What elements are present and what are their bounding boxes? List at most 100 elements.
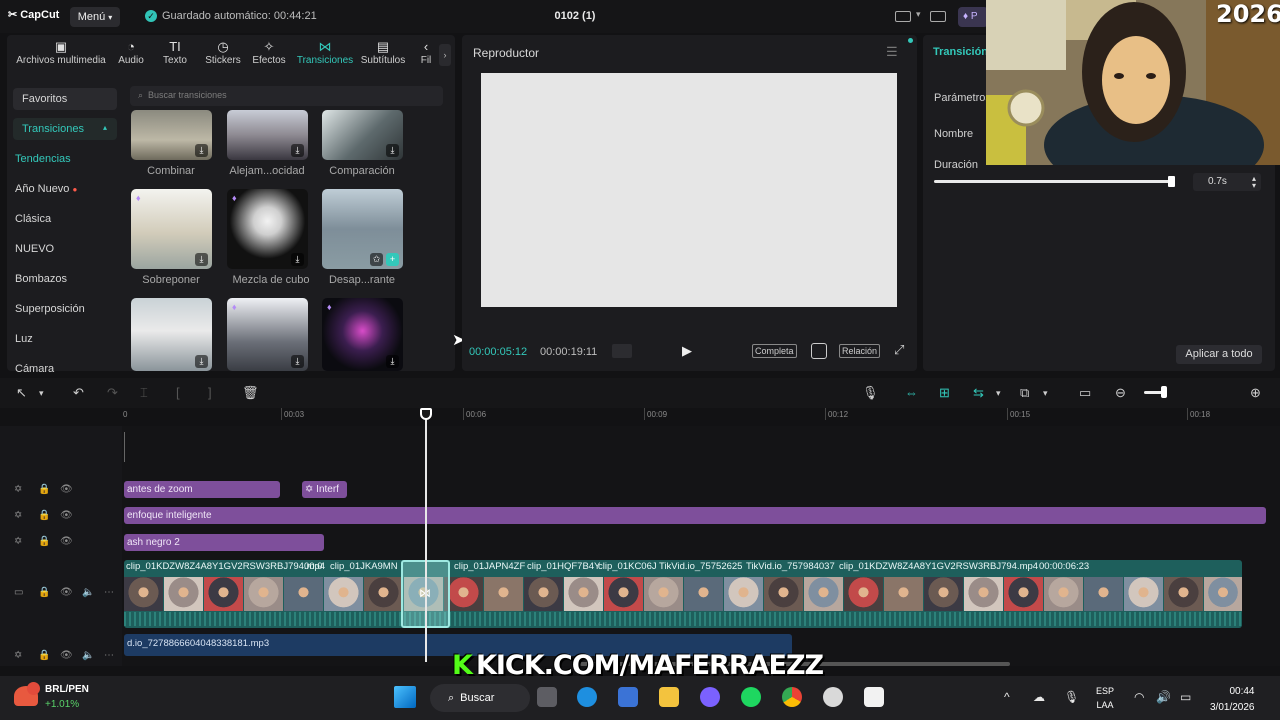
grid-icon[interactable] bbox=[612, 344, 632, 358]
microphone-icon[interactable]: 🎙 bbox=[862, 385, 879, 401]
category-transitions[interactable]: Transiciones ▴ bbox=[13, 118, 117, 140]
chrome-icon[interactable] bbox=[782, 687, 802, 707]
category-new[interactable]: NUEVO bbox=[15, 243, 54, 255]
full-quality-button[interactable]: Completa bbox=[752, 344, 797, 358]
transition-thumb-car[interactable]: ⤓ bbox=[131, 298, 212, 371]
category-favorites[interactable]: Favoritos bbox=[13, 88, 117, 110]
transition-thumb-compare[interactable]: ⤓ bbox=[322, 110, 403, 160]
transition-thumb-combine[interactable]: ⤓ bbox=[131, 110, 212, 160]
apply-all-button[interactable]: Aplicar a todo bbox=[1176, 345, 1262, 364]
download-icon[interactable]: ⤓ bbox=[195, 253, 208, 266]
transition-thumb-disappear[interactable]: ✩ + bbox=[322, 189, 403, 269]
eye-icon[interactable]: 👁 bbox=[60, 484, 73, 495]
discord-icon[interactable] bbox=[700, 687, 720, 707]
chevron-down-icon[interactable]: ▾ bbox=[996, 388, 1001, 399]
capcut-taskbar-icon[interactable] bbox=[864, 687, 884, 707]
download-icon[interactable]: ⤓ bbox=[291, 355, 304, 368]
lock-icon[interactable]: 🔒 bbox=[38, 536, 50, 547]
tab-transitions[interactable]: ⋈ Transiciones bbox=[295, 39, 355, 66]
lock-icon[interactable]: 🔒 bbox=[38, 510, 50, 521]
lock-icon[interactable]: 🔒 bbox=[38, 587, 50, 598]
transition-thumb-neon[interactable]: ♦ ⤓ bbox=[322, 298, 403, 371]
category-trending[interactable]: Tendencias bbox=[15, 153, 71, 165]
volume-icon[interactable]: 🔊 bbox=[1156, 690, 1171, 704]
cloud-icon[interactable]: ☁ bbox=[1033, 690, 1045, 704]
star-icon[interactable]: ✩ bbox=[370, 253, 383, 266]
duration-value-stepper[interactable]: 0.7s ▴ ▾ bbox=[1193, 173, 1261, 191]
speaker-icon[interactable]: 🔈 bbox=[82, 650, 94, 661]
add-icon[interactable]: + bbox=[386, 253, 399, 266]
zoom-in-icon[interactable]: ⊕ bbox=[1250, 385, 1261, 401]
trim-left-icon[interactable]: [ bbox=[176, 385, 180, 400]
tab-filters[interactable]: ‹ Fil bbox=[416, 39, 436, 66]
task-view-icon[interactable] bbox=[537, 687, 557, 707]
microphone-icon[interactable]: 🎙 bbox=[1064, 690, 1079, 704]
shortcuts-icon[interactable] bbox=[930, 11, 946, 22]
fullscreen-icon[interactable]: ⤢ bbox=[894, 342, 904, 358]
playhead-handle[interactable] bbox=[420, 408, 432, 420]
tab-text[interactable]: TI Texto bbox=[159, 39, 191, 66]
category-hits[interactable]: Bombazos bbox=[15, 273, 67, 285]
eye-icon[interactable]: 👁 bbox=[60, 587, 73, 598]
delete-icon[interactable]: 🗑 bbox=[242, 385, 259, 401]
lock-icon[interactable]: 🔒 bbox=[38, 650, 50, 661]
pro-button[interactable]: ♦ P bbox=[958, 7, 988, 27]
chevron-down-icon[interactable]: ▾ bbox=[916, 9, 921, 20]
download-icon[interactable]: ⤓ bbox=[386, 355, 399, 368]
effect-clip-flash[interactable]: ash negro 2 bbox=[124, 534, 324, 551]
eye-icon[interactable]: 👁 bbox=[60, 650, 73, 661]
tab-effects[interactable]: ✧ Efectos bbox=[250, 39, 288, 66]
duration-slider[interactable] bbox=[934, 180, 1172, 183]
tab-stickers[interactable]: ◷ Stickers bbox=[202, 39, 244, 66]
lock-icon[interactable]: 🔒 bbox=[38, 484, 50, 495]
download-icon[interactable]: ⤓ bbox=[195, 355, 208, 368]
category-overlay[interactable]: Superposición bbox=[15, 303, 85, 315]
chevron-right-icon[interactable]: › bbox=[439, 44, 451, 66]
playhead[interactable] bbox=[425, 410, 427, 662]
effect-clip-smart-focus[interactable]: enfoque inteligente bbox=[124, 507, 1266, 524]
edge-icon[interactable] bbox=[577, 687, 597, 707]
transition-thumb-overlay[interactable]: ♦ ⤓ bbox=[131, 189, 212, 269]
effect-clip-zoom[interactable]: antes de zoom bbox=[124, 481, 280, 498]
transition-thumb-cube-mix[interactable]: ♦ ⤓ bbox=[227, 189, 308, 269]
hamburger-icon[interactable]: ☰ bbox=[886, 44, 898, 60]
tab-media[interactable]: ▣ Archivos multimedia bbox=[11, 39, 111, 66]
trim-right-icon[interactable]: ] bbox=[208, 385, 212, 400]
category-new-year[interactable]: Año Nuevo ● bbox=[15, 183, 77, 195]
transition-thumb-zoom-speed[interactable]: ⤓ bbox=[227, 110, 308, 160]
redo-icon[interactable]: ↷ bbox=[107, 385, 118, 401]
preview-axis-icon[interactable]: ⧉ bbox=[1020, 385, 1029, 401]
download-icon[interactable]: ⤓ bbox=[291, 144, 304, 157]
eye-icon[interactable]: 👁 bbox=[60, 536, 73, 547]
captions-icon[interactable]: ▭ bbox=[1079, 385, 1091, 401]
stepper-arrows-icon[interactable]: ▴ ▾ bbox=[1252, 175, 1256, 190]
project-title[interactable]: 0102 (1) bbox=[530, 10, 620, 22]
chevron-down-icon[interactable]: ▾ bbox=[1043, 388, 1048, 399]
menu-button[interactable]: Menú ▾ bbox=[70, 7, 120, 27]
transition-thumb-tower[interactable]: ♦ ⤓ bbox=[227, 298, 308, 371]
category-classic[interactable]: Clásica bbox=[15, 213, 51, 225]
chevron-up-icon[interactable]: ^ bbox=[1004, 690, 1010, 704]
undo-icon[interactable]: ↶ bbox=[73, 385, 84, 401]
tab-audio[interactable]: ◔ Audio bbox=[115, 39, 147, 66]
more-icon[interactable]: ⋯ bbox=[104, 650, 114, 661]
store-icon[interactable] bbox=[618, 687, 638, 707]
tab-subtitles[interactable]: ▤ Subtítulos bbox=[358, 39, 408, 66]
cover-icon[interactable]: ▭ bbox=[14, 587, 23, 598]
video-preview[interactable] bbox=[481, 73, 897, 307]
zoom-out-icon[interactable]: ⊖ bbox=[1115, 385, 1126, 401]
taskbar-search[interactable]: ⌕ Buscar bbox=[430, 684, 530, 712]
layout-icon[interactable] bbox=[895, 11, 911, 22]
clock[interactable]: 00:44 3/01/2026 bbox=[1210, 684, 1255, 716]
download-icon[interactable]: ⤓ bbox=[195, 144, 208, 157]
battery-icon[interactable]: ▭ bbox=[1180, 690, 1191, 704]
file-explorer-icon[interactable] bbox=[659, 687, 679, 707]
spotify-icon[interactable] bbox=[741, 687, 761, 707]
more-icon[interactable]: ⋯ bbox=[104, 587, 114, 598]
wifi-icon[interactable]: ◠ bbox=[1134, 690, 1144, 704]
split-icon[interactable]: ⌶ bbox=[140, 385, 148, 401]
chevron-down-icon[interactable]: ▾ bbox=[39, 388, 44, 399]
download-icon[interactable]: ⤓ bbox=[291, 253, 304, 266]
link-icon[interactable]: ⇆ bbox=[973, 385, 984, 401]
windows-start-icon[interactable] bbox=[394, 686, 416, 708]
